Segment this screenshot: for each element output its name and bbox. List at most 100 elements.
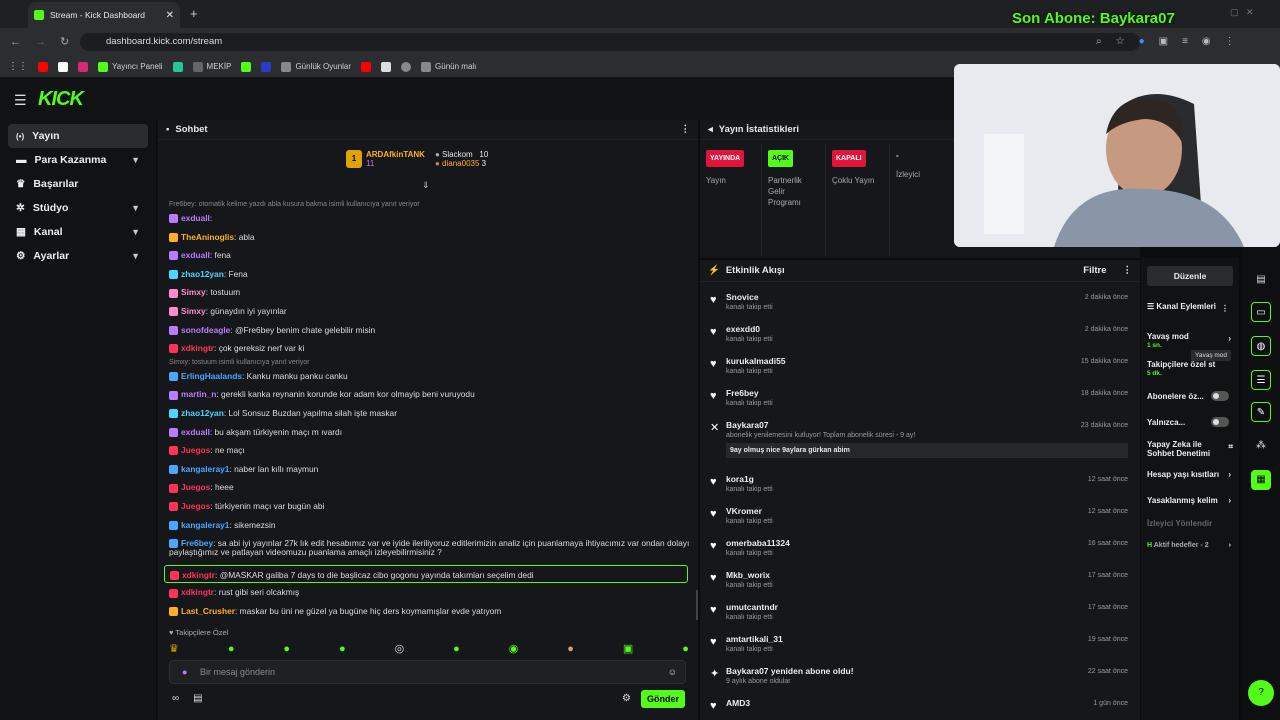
media-icon[interactable]: ≡	[1182, 36, 1188, 47]
chat-username[interactable]: TheAninoglis	[181, 232, 234, 242]
bookmark-mekip[interactable]: MEKİP	[192, 61, 231, 72]
banned-words-action[interactable]: Yasaklanmış kelim ›	[1147, 496, 1235, 505]
emote-icon[interactable]: ●	[453, 643, 460, 655]
emote-icon[interactable]: ●	[283, 643, 290, 655]
bookmark-yayinci-paneli[interactable]: Yayıncı Paneli	[98, 61, 163, 72]
emote-icon[interactable]: ●	[339, 643, 346, 655]
help-icon[interactable]: ?	[1248, 680, 1274, 706]
subs-only-toggle[interactable]	[1211, 391, 1229, 401]
kick-logo[interactable]: KICK	[38, 88, 84, 111]
x-icon[interactable]	[58, 61, 68, 72]
bookmark-icon[interactable]	[381, 61, 392, 72]
browser-tab[interactable]: Stream - Kick Dashboard ✕	[28, 2, 180, 28]
emote-icon[interactable]: ◉	[509, 642, 519, 655]
extension-icon[interactable]: ●	[1139, 36, 1145, 47]
chat-settings-icon[interactable]: ⚙	[622, 693, 631, 704]
only-toggle[interactable]	[1211, 417, 1229, 427]
emoji-icon[interactable]: ☺	[668, 661, 677, 683]
event-item[interactable]: ✦ Baykara07 yeniden abone oldu! 9 aylık ab…	[708, 666, 1132, 685]
chat-username[interactable]: xdkingtr	[182, 570, 215, 580]
chat-username[interactable]: Juegos	[181, 501, 210, 511]
profile-icon[interactable]: ◉	[1202, 36, 1211, 47]
zoom-icon[interactable]: ⌕	[1096, 36, 1102, 47]
chat-username[interactable]: Simxy	[181, 306, 206, 316]
chat-username[interactable]: Simxy	[181, 287, 206, 297]
chat-username[interactable]: Last_Crusher	[181, 606, 235, 616]
event-item[interactable]: ♥ Snovice kanalı takip etti 2 dakika önce	[708, 292, 1132, 311]
event-item[interactable]: ✕ Baykara07 abonelik yenilemesini kutluyor…	[708, 420, 1132, 458]
subs-only-action[interactable]: Abonelere öz...	[1147, 391, 1235, 401]
bookmark-icon[interactable]	[261, 61, 272, 72]
apps-icon[interactable]: ⋮⋮	[8, 61, 28, 72]
event-item[interactable]: ♥ omerbaba11324 kanalı takip etti 16 saat ö…	[708, 538, 1132, 557]
sidebar-item-kanal[interactable]: ▦ Kanal ▼	[8, 220, 148, 244]
bookmark-gunluk-oyunlar[interactable]: Günlük Oyunlar	[281, 61, 351, 72]
event-item[interactable]: ♥ kurukalmadi55 kanalı takip etti 15 dakika…	[708, 356, 1132, 375]
event-item[interactable]: ♥ Mkb_worix kanalı takip etti 17 saat önce	[708, 570, 1132, 589]
account-age-action[interactable]: Hesap yaşı kısıtları ›	[1147, 470, 1235, 479]
menu-icon[interactable]: ⋮	[1225, 36, 1235, 47]
note-icon[interactable]: ▤	[1251, 270, 1271, 290]
back-icon[interactable]: ←	[10, 36, 21, 48]
grid-app-icon[interactable]: ▦	[1251, 470, 1271, 490]
emote-icon[interactable]: ▣	[623, 642, 633, 655]
chat-username[interactable]: exduall	[181, 427, 210, 437]
sidebar-item-ayarlar[interactable]: ⚙ Ayarlar ▼	[8, 244, 148, 268]
sidebar-item-para-kazanma[interactable]: ▬ Para Kazanma ▼	[8, 148, 148, 172]
chat-username[interactable]: kangaleray1	[181, 464, 229, 474]
leader-top[interactable]: ARDAfkinTANK 11	[366, 150, 425, 168]
chat-icon[interactable]: ▭	[1251, 302, 1271, 322]
active-goals-action[interactable]: H Aktif hedefler - 2 ›	[1147, 541, 1235, 550]
new-tab-icon[interactable]: +	[190, 6, 198, 21]
more-icon[interactable]: ⋮	[1123, 265, 1133, 276]
store-icon[interactable]: ▤	[193, 693, 202, 704]
emote-icon[interactable]: ●	[682, 643, 689, 655]
share-icon[interactable]: ⁂	[1251, 436, 1271, 456]
kick-icon[interactable]	[241, 61, 252, 72]
chat-input[interactable]: ● Bir mesaj gönderin ☺	[169, 660, 686, 684]
star-icon[interactable]: ☆	[1116, 36, 1125, 47]
chat-username[interactable]: zhao12yan	[181, 269, 224, 279]
chat-username[interactable]: kangaleray1	[181, 520, 229, 530]
chat-username[interactable]: Juegos	[181, 482, 210, 492]
instagram-icon[interactable]	[78, 61, 88, 72]
sidebar-item-basarilar[interactable]: ♛ Başarılar	[8, 172, 148, 196]
more-icon[interactable]: ⋮	[1221, 304, 1229, 313]
more-icon[interactable]: ⋮	[681, 124, 691, 135]
link-icon[interactable]: ∞	[172, 693, 179, 704]
emote-icon[interactable]: ◎	[395, 642, 405, 655]
slow-mode-action[interactable]: Yavaş mod 1 sn. ›	[1147, 332, 1235, 350]
youtube-icon[interactable]	[361, 61, 372, 72]
viewer-redirect-action[interactable]: İzleyici Yönlendir	[1147, 519, 1235, 528]
wrench-icon[interactable]: ✎	[1251, 402, 1271, 422]
chat-username[interactable]: sonofdeagle	[181, 325, 230, 335]
emote-icon[interactable]: ●	[228, 643, 235, 655]
broadcast-icon[interactable]: ◍	[1251, 336, 1271, 356]
chat-username[interactable]: xdkingtr	[181, 587, 214, 597]
event-item[interactable]: ♥ amtartikali_31 kanalı takip etti 19 saat …	[708, 634, 1132, 653]
bookmark-gunun-mali[interactable]: Günün malı	[421, 61, 476, 72]
window-controls[interactable]: ▢ ✕	[1230, 7, 1254, 18]
edit-button[interactable]: Düzenle	[1147, 266, 1233, 286]
forward-icon[interactable]: →	[35, 36, 46, 48]
url-bar[interactable]: dashboard.kick.com/stream	[80, 33, 1140, 51]
youtube-icon[interactable]	[38, 61, 48, 72]
chat-username[interactable]: exduall	[181, 250, 210, 260]
event-item[interactable]: ♥ kora1g kanalı takip etti 12 saat önce	[708, 474, 1132, 493]
puzzle-icon[interactable]: ▣	[1159, 36, 1168, 47]
hamburger-icon[interactable]: ☰	[14, 92, 27, 109]
chat-username[interactable]: Juegos	[181, 445, 210, 455]
event-item[interactable]: ♥ exexdd0 kanalı takip etti 2 dakika önce	[708, 324, 1132, 343]
chat-username[interactable]: exduall	[181, 213, 210, 223]
chat-scrollbar[interactable]	[696, 590, 698, 620]
chat-username[interactable]: zhao12yan	[181, 408, 224, 418]
globe-icon[interactable]	[401, 61, 412, 72]
close-tab-icon[interactable]: ✕	[166, 10, 174, 21]
emote-icon[interactable]: ●	[567, 643, 574, 655]
scroll-pin-icon[interactable]: ⇓	[422, 180, 430, 191]
chat-username[interactable]: martin_n	[181, 389, 216, 399]
reload-icon[interactable]: ↻	[60, 35, 69, 48]
only-action[interactable]: Yalnızca...	[1147, 417, 1235, 427]
filter-button[interactable]: Filtre	[1083, 265, 1106, 276]
bookmark-icon[interactable]	[172, 61, 183, 72]
